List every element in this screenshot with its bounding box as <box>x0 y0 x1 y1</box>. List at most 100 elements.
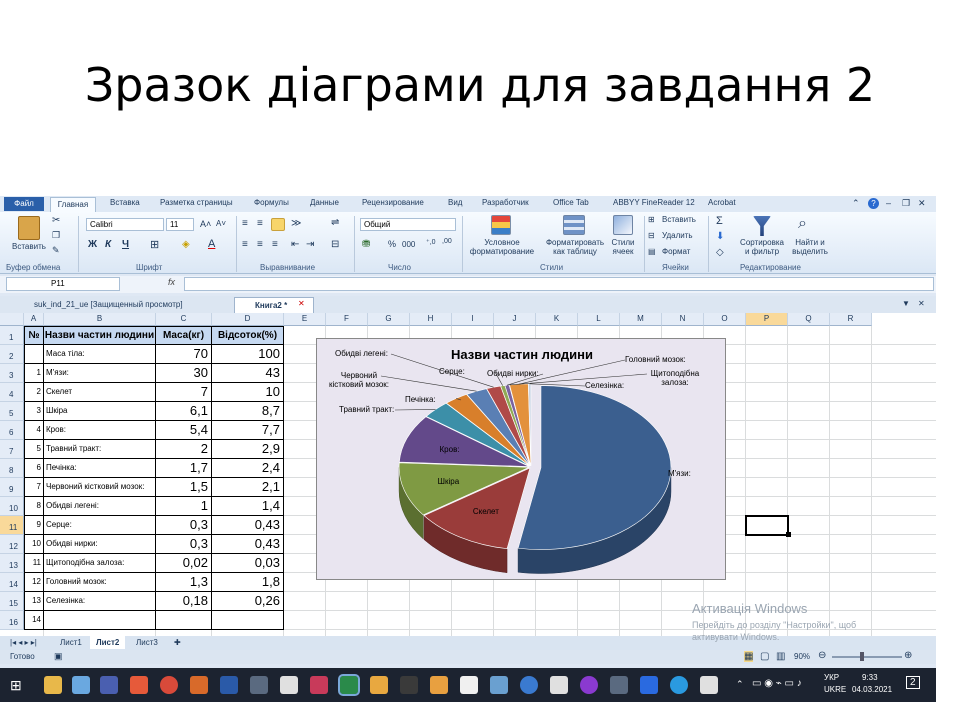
indent-decrease-icon[interactable]: ⇤ <box>291 239 299 250</box>
taskbar-app-icon-12[interactable] <box>610 676 628 694</box>
taskbar-app-icon-8[interactable] <box>490 676 508 694</box>
conditional-format-button[interactable]: Условное форматирование <box>466 238 538 256</box>
increase-decimal-icon[interactable]: ⁺,0 <box>426 238 436 246</box>
table-cell-percent[interactable]: 100 <box>212 345 284 364</box>
merge-center-icon[interactable]: ⊟ <box>331 239 339 250</box>
zoom-slider-thumb[interactable] <box>860 652 864 661</box>
table-cell-no[interactable]: 13 <box>24 592 44 611</box>
table-cell-percent[interactable] <box>212 611 284 630</box>
column-header-a[interactable]: A <box>24 313 44 326</box>
table-cell-name[interactable]: Шкіра <box>44 402 156 421</box>
table-cell-name[interactable] <box>44 611 156 630</box>
table-cell-no[interactable]: 8 <box>24 497 44 516</box>
row-header-7[interactable]: 7 <box>0 440 24 459</box>
window-restore-icon[interactable]: ❐ <box>902 198 910 209</box>
format-cells-button[interactable]: Формат <box>662 247 690 256</box>
macro-record-icon[interactable]: ▣ <box>54 651 63 662</box>
table-cell-mass[interactable]: 5,4 <box>156 421 212 440</box>
table-cell-no[interactable]: 5 <box>24 440 44 459</box>
taskbar-app-icon-9[interactable] <box>520 676 538 694</box>
table-cell-mass[interactable]: 30 <box>156 364 212 383</box>
tab-home[interactable]: Главная <box>50 197 96 212</box>
zoom-app-icon[interactable] <box>640 676 658 694</box>
table-cell-name[interactable]: Обидві легені: <box>44 497 156 516</box>
delete-cells-icon[interactable]: ⊟ <box>648 231 655 240</box>
table-cell-no[interactable]: 14 <box>24 611 44 630</box>
font-color-icon[interactable]: A <box>208 238 215 250</box>
tray-chevron-icon[interactable]: ⌃ <box>736 679 744 690</box>
table-cell-mass[interactable]: 0,18 <box>156 592 212 611</box>
row-header-13[interactable]: 13 <box>0 554 24 573</box>
column-header-j[interactable]: J <box>494 313 536 326</box>
column-header-k[interactable]: K <box>536 313 578 326</box>
format-painter-icon[interactable]: ✎ <box>52 245 60 256</box>
column-header-c[interactable]: C <box>156 313 212 326</box>
row-header-16[interactable]: 16 <box>0 611 24 630</box>
tab-data[interactable]: Данные <box>310 198 339 207</box>
insert-sheet-icon[interactable]: ✚ <box>168 636 187 649</box>
font-size-combo[interactable]: 11 <box>166 218 194 231</box>
column-header-q[interactable]: Q <box>788 313 830 326</box>
fill-handle[interactable] <box>786 532 791 537</box>
table-cell-no[interactable]: 2 <box>24 383 44 402</box>
format-cells-icon[interactable]: ▤ <box>648 247 656 256</box>
window-minimize-icon[interactable]: – <box>886 198 891 208</box>
notification-badge[interactable]: 2 <box>906 676 920 689</box>
word-icon[interactable] <box>220 676 238 694</box>
table-header-mass[interactable]: Маса(кг) <box>156 326 212 345</box>
row-header-6[interactable]: 6 <box>0 421 24 440</box>
workbook-close-icon[interactable]: ✕ <box>918 299 925 308</box>
table-cell-mass[interactable]: 7 <box>156 383 212 402</box>
column-header-g[interactable]: G <box>368 313 410 326</box>
acrobat-icon[interactable] <box>310 676 328 694</box>
table-cell-percent[interactable]: 7,7 <box>212 421 284 440</box>
align-middle-icon[interactable]: ≡ <box>257 218 263 229</box>
find-select-icon[interactable]: ⌕ <box>798 215 807 233</box>
table-cell-mass[interactable]: 1,3 <box>156 573 212 592</box>
cell-styles-button[interactable]: Стили ячеек <box>604 238 642 256</box>
row-header-8[interactable]: 8 <box>0 459 24 478</box>
insert-cells-icon[interactable]: ⊞ <box>648 215 655 224</box>
autosum-icon[interactable]: Σ <box>716 215 723 227</box>
table-cell-percent[interactable]: 2,9 <box>212 440 284 459</box>
font-name-combo[interactable]: Calibri <box>86 218 164 231</box>
pie-chart[interactable]: Назви частин людини М'язи: Скелет Шкіра Кро… <box>316 338 726 580</box>
paste-icon[interactable] <box>18 216 40 240</box>
column-header-b[interactable]: B <box>44 313 156 326</box>
bold-button[interactable]: Ж <box>88 239 97 250</box>
zoom-in-icon[interactable]: ⊕ <box>904 650 912 661</box>
doc-tab-suk-ind[interactable]: suk_ind_21_ue [Защищенный просмотр] <box>14 297 228 313</box>
row-header-9[interactable]: 9 <box>0 478 24 497</box>
clock-time[interactable]: 9:33 <box>862 673 878 682</box>
borders-icon[interactable]: ⊞ <box>150 238 159 251</box>
tab-office-tab[interactable]: Office Tab <box>553 198 589 207</box>
table-cell-percent[interactable]: 1,8 <box>212 573 284 592</box>
table-cell-percent[interactable]: 0,43 <box>212 535 284 554</box>
table-header-percent[interactable]: Відсоток(%) <box>212 326 284 345</box>
column-header-r[interactable]: R <box>830 313 872 326</box>
fill-color-icon[interactable]: ◈ <box>182 239 190 250</box>
clock-date[interactable]: 04.03.2021 <box>852 685 892 694</box>
tray-icons[interactable]: ▭ ◉ ⌁ ▭ ♪ <box>752 678 802 689</box>
table-cell-mass[interactable]: 1,5 <box>156 478 212 497</box>
column-header-o[interactable]: O <box>704 313 746 326</box>
sheet-tab-1[interactable]: Лист1 <box>54 636 88 649</box>
calculator-icon[interactable] <box>250 676 268 694</box>
taskbar-app-icon-13[interactable] <box>700 676 718 694</box>
column-header-l[interactable]: L <box>578 313 620 326</box>
formula-input[interactable] <box>184 277 934 291</box>
tab-page-layout[interactable]: Разметка страницы <box>160 198 233 207</box>
underline-button[interactable]: Ч <box>122 239 129 250</box>
table-cell-mass[interactable]: 2 <box>156 440 212 459</box>
format-as-table-button[interactable]: Форматировать как таблицу <box>540 238 610 256</box>
table-cell-no[interactable]: 11 <box>24 554 44 573</box>
skype-icon[interactable] <box>670 676 688 694</box>
doc-tab-close-icon[interactable]: ✕ <box>298 299 305 308</box>
column-header-h[interactable]: H <box>410 313 452 326</box>
table-cell-mass[interactable]: 1,7 <box>156 459 212 478</box>
column-header-d[interactable]: D <box>212 313 284 326</box>
table-cell-no[interactable]: 12 <box>24 573 44 592</box>
clear-icon[interactable]: ◇ <box>716 247 724 258</box>
tab-list-dropdown-icon[interactable]: ▼ <box>902 299 910 308</box>
table-header-name[interactable]: Назви частин людини <box>44 326 156 345</box>
